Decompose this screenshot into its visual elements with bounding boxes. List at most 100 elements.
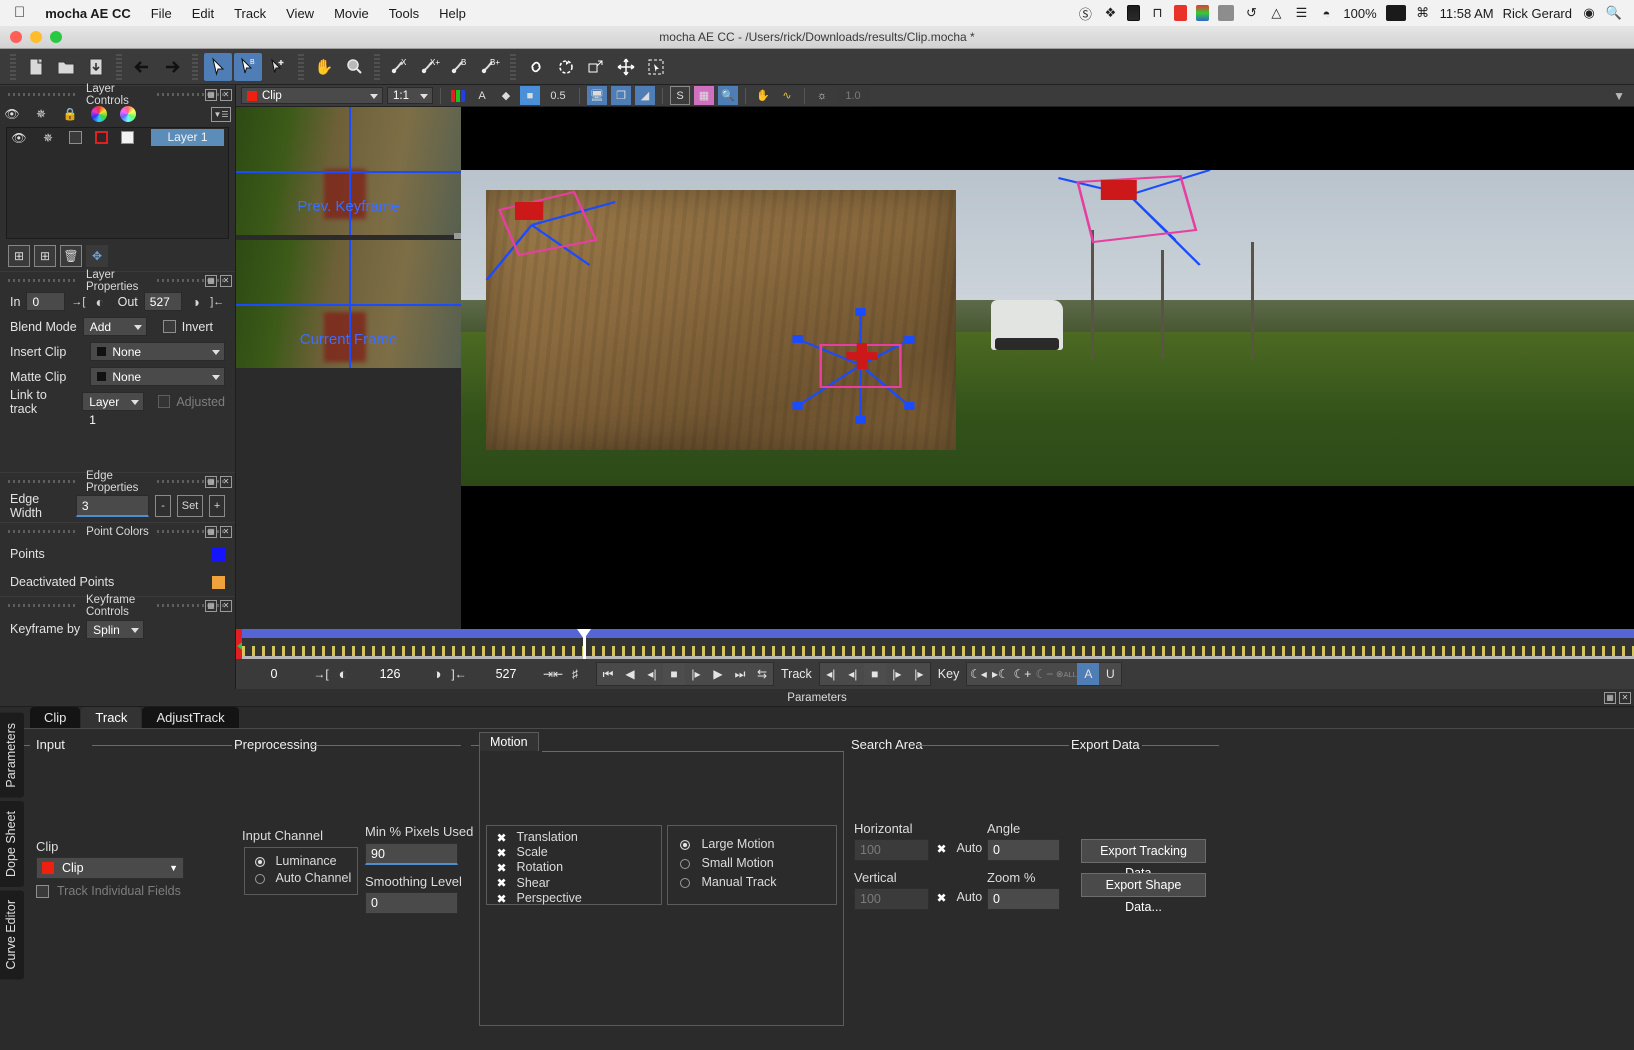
track-individual-fields-checkbox[interactable] xyxy=(36,884,49,898)
link-icon[interactable] xyxy=(522,53,550,81)
check-perspective[interactable]: ✖ Perspective xyxy=(487,890,661,906)
xspline-tool-icon[interactable]: X xyxy=(386,53,414,81)
play-forward-icon[interactable]: ▶ xyxy=(707,663,729,685)
airplay-icon[interactable]: △ xyxy=(1268,5,1284,21)
user-avatar-icon[interactable]: ◉ xyxy=(1581,5,1597,21)
set-out-point-icon[interactable]: ]← xyxy=(448,663,470,685)
float-parameters-icon[interactable]: ▦ xyxy=(1604,691,1616,704)
fit-range-icon[interactable]: ♯ xyxy=(564,663,586,685)
edge-width-input[interactable]: 3 xyxy=(75,495,150,517)
list-item[interactable]: 👁 ✵ Layer 1 xyxy=(7,128,228,147)
deactivated-points-color-swatch[interactable] xyxy=(212,575,225,589)
set-out-icon[interactable]: ]← xyxy=(210,292,225,311)
export-tracking-data-button[interactable]: Export Tracking Data... xyxy=(1081,839,1206,880)
color-meter-icon[interactable] xyxy=(1196,5,1210,21)
shear-checkbox[interactable]: ✖ xyxy=(495,876,508,890)
go-to-end-icon[interactable]: ⏭ xyxy=(729,663,751,685)
scale-checkbox[interactable]: ✖ xyxy=(495,846,508,860)
viewer-menu-icon[interactable]: ▼ xyxy=(1613,89,1629,103)
xspline-add-tool-icon[interactable]: X+ xyxy=(416,53,444,81)
track-forward-frame-icon[interactable]: |▸ xyxy=(886,663,908,685)
stabilize-hand-icon[interactable]: ✋ xyxy=(753,86,773,105)
auto-channel-radio[interactable] xyxy=(255,873,265,884)
menubar-clock[interactable]: 11:58 AM xyxy=(1440,6,1494,21)
app-icon[interactable]: ⊓ xyxy=(1149,5,1165,21)
set-in-point-icon[interactable]: →[ xyxy=(310,663,332,685)
in-field[interactable]: 0 xyxy=(26,292,65,311)
float-panel-icon-2[interactable]: ▦ xyxy=(205,274,217,287)
undo-arrow-icon[interactable] xyxy=(128,53,156,81)
clip-selector[interactable]: Clip xyxy=(241,87,383,104)
translation-checkbox[interactable]: ✖ xyxy=(495,831,508,845)
track-back-frame-icon[interactable]: ◂| xyxy=(842,663,864,685)
menu-view[interactable]: View xyxy=(276,6,324,21)
points-color-swatch[interactable] xyxy=(212,547,225,561)
check-translation[interactable]: ✖ Translation xyxy=(487,826,661,845)
small-motion-radio[interactable] xyxy=(680,858,690,869)
battery-monitor-icon[interactable] xyxy=(1127,5,1141,21)
next-keyframe-icon[interactable]: ▸☾ xyxy=(989,663,1011,685)
toolbar-grip[interactable] xyxy=(10,53,16,80)
float-panel-icon[interactable]: ▦ xyxy=(205,88,217,101)
track-path-icon[interactable]: ∿ xyxy=(777,86,797,105)
matte-icon[interactable]: ■ xyxy=(520,86,540,105)
prev-keyframe-icon[interactable]: ☾◂ xyxy=(967,663,989,685)
zoom-percent-input[interactable]: 0 xyxy=(987,888,1060,910)
select-tool-icon[interactable] xyxy=(204,52,232,81)
track-forward-icon[interactable]: |▸ xyxy=(908,663,930,685)
vertical-auto-checkbox[interactable]: ✖ xyxy=(935,891,948,905)
menu-file[interactable]: File xyxy=(141,6,182,21)
rotation-checkbox[interactable]: ✖ xyxy=(495,861,508,875)
battery-icon[interactable] xyxy=(1385,5,1406,21)
check-shear[interactable]: ✖ Shear xyxy=(487,875,661,891)
loop-icon[interactable]: ⇆ xyxy=(751,663,773,685)
tab-track[interactable]: Track xyxy=(81,707,142,728)
timeline-track[interactable] xyxy=(242,629,1634,659)
float-panel-icon-3[interactable]: ▦ xyxy=(205,475,217,488)
close-panel-icon-3[interactable]: ✕ xyxy=(220,475,232,488)
layers-icon[interactable]: ❐ xyxy=(611,86,631,105)
layer-gear-icon[interactable]: ✵ xyxy=(40,130,56,146)
smoothing-input[interactable]: 0 xyxy=(365,892,458,914)
layer-list[interactable]: 👁 ✵ Layer 1 xyxy=(6,127,229,239)
add-keyframe-icon[interactable]: ☾+ xyxy=(1011,663,1033,685)
step-backward-icon[interactable]: ◂| xyxy=(641,663,663,685)
edge-width-plus-button[interactable]: + xyxy=(209,495,226,517)
out-circle-icon[interactable]: ◑ xyxy=(188,292,203,311)
out-point-circle-icon[interactable]: ◑ xyxy=(426,663,448,685)
menu-track[interactable]: Track xyxy=(224,6,276,21)
blend-mode-select[interactable]: Add xyxy=(82,317,147,336)
toolbar-grip-4[interactable] xyxy=(298,53,304,80)
close-parameters-icon[interactable]: ✕ xyxy=(1619,691,1631,704)
equalizer-icon[interactable] xyxy=(1174,5,1188,21)
vtab-dope-sheet[interactable]: Dope Sheet xyxy=(0,800,24,887)
rotate-icon[interactable] xyxy=(552,53,580,81)
angle-input[interactable]: 0 xyxy=(987,839,1060,861)
add-point-tool-icon[interactable] xyxy=(264,53,292,81)
matte-opacity-value[interactable]: 0.5 xyxy=(544,86,572,105)
export-shape-data-button[interactable]: Export Shape Data... xyxy=(1081,873,1206,914)
track-individual-fields-row[interactable]: Track Individual Fields xyxy=(36,884,181,898)
timeline-out-frame[interactable]: 527 xyxy=(470,667,542,681)
stop-icon[interactable]: ■ xyxy=(663,663,685,685)
float-panel-icon-5[interactable]: ▦ xyxy=(205,599,217,612)
edge-width-set-button[interactable]: Set xyxy=(177,495,204,517)
keyframe-auto-toggle[interactable]: A xyxy=(1077,663,1100,685)
edge-width-minus-button[interactable]: - xyxy=(155,495,171,517)
open-project-icon[interactable] xyxy=(52,53,80,81)
rgb-channels-icon[interactable] xyxy=(448,86,468,105)
layer-name-label[interactable]: Layer 1 xyxy=(151,129,224,146)
vertical-auto-row[interactable]: ✖ Auto xyxy=(935,890,982,905)
toolbar-grip-3[interactable] xyxy=(192,53,198,80)
set-in-icon[interactable]: →[ xyxy=(71,292,86,311)
close-panel-icon-4[interactable]: ✕ xyxy=(220,525,232,538)
menu-tools[interactable]: Tools xyxy=(379,6,429,21)
fit-timeline-icon[interactable]: ⇥⇤ xyxy=(542,663,564,685)
video-frame[interactable] xyxy=(461,170,1634,486)
insert-clip-select[interactable]: None xyxy=(90,342,225,361)
horizontal-input[interactable]: 100 xyxy=(854,839,929,861)
save-project-icon[interactable] xyxy=(82,53,110,81)
in-circle-icon[interactable]: ◐ xyxy=(92,292,107,311)
thumbnail-resize-handle[interactable] xyxy=(454,233,461,239)
apple-logo-icon[interactable]:  xyxy=(8,5,35,22)
